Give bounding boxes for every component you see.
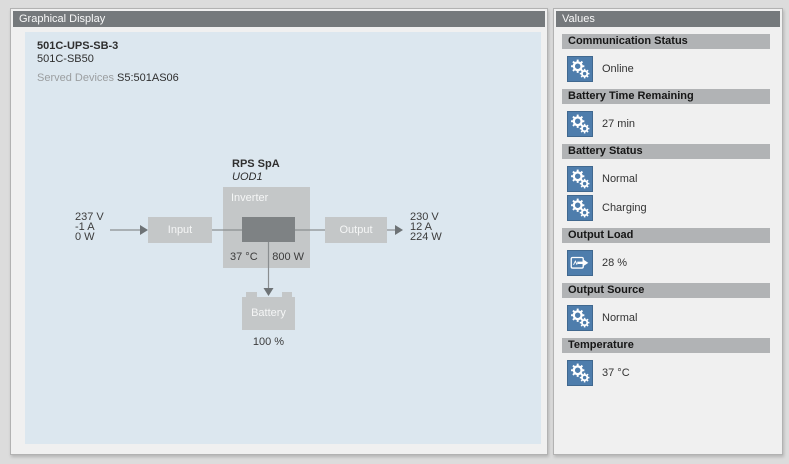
battery-status-value-2: Charging bbox=[602, 202, 647, 214]
served-devices-label: Served Devices bbox=[37, 72, 117, 85]
section-header-output-source: Output Source bbox=[562, 283, 770, 298]
values-panel-title: Values bbox=[556, 11, 780, 27]
gears-icon[interactable] bbox=[567, 166, 593, 192]
value-row-communication-status: Online bbox=[567, 55, 782, 82]
output-box: Output bbox=[325, 217, 387, 243]
graphical-display-panel-title: Graphical Display bbox=[13, 11, 545, 27]
battery-charge-value: 100 % bbox=[242, 336, 295, 348]
inverter-core-block bbox=[242, 217, 295, 242]
inverter-box: Inverter 37 °C 800 W bbox=[223, 187, 310, 268]
output-box-label: Output bbox=[339, 224, 372, 236]
communication-status-value: Online bbox=[602, 63, 634, 75]
input-measurements: 237 V -1 A 0 W bbox=[75, 212, 104, 242]
input-box: Input bbox=[148, 217, 212, 243]
gears-icon[interactable] bbox=[567, 305, 593, 331]
output-measurements: 230 V 12 A 224 W bbox=[410, 212, 442, 242]
ups-unit-caption: RPS SpA UOD1 bbox=[232, 158, 280, 184]
ups-monitoring-window: Graphical Display 501C-UPS-SB-3 501C-SB5… bbox=[0, 0, 789, 464]
device-model: 501C-SB50 bbox=[37, 53, 179, 66]
output-arrowhead-icon bbox=[395, 225, 403, 235]
value-row-battery-time-remaining: 27 min bbox=[567, 110, 782, 137]
ups-diagram-canvas: 501C-UPS-SB-3 501C-SB50 Served DevicesS5… bbox=[25, 32, 541, 444]
value-row-output-load: 28 % bbox=[567, 249, 782, 276]
output-source-value: Normal bbox=[602, 312, 637, 324]
ups-unit-id: UOD1 bbox=[232, 171, 280, 184]
temperature-value: 37 °C bbox=[602, 367, 630, 379]
ups-manufacturer: RPS SpA bbox=[232, 158, 280, 171]
gears-icon[interactable] bbox=[567, 360, 593, 386]
values-panel: Values Communication Status Online Batte… bbox=[553, 8, 783, 455]
gears-icon[interactable] bbox=[567, 56, 593, 82]
battery-status-value-1: Normal bbox=[602, 173, 637, 185]
section-header-battery-status: Battery Status bbox=[562, 144, 770, 159]
section-header-battery-time-remaining: Battery Time Remaining bbox=[562, 89, 770, 104]
input-power: 0 W bbox=[75, 232, 104, 242]
section-header-output-load: Output Load bbox=[562, 228, 770, 243]
served-devices-row: Served DevicesS5:501AS06 bbox=[37, 72, 179, 85]
section-header-communication-status: Communication Status bbox=[562, 34, 770, 49]
output-power: 224 W bbox=[410, 232, 442, 242]
battery-terminal-left bbox=[246, 292, 257, 297]
graphical-display-panel: Graphical Display 501C-UPS-SB-3 501C-SB5… bbox=[10, 8, 548, 455]
battery-time-remaining-value: 27 min bbox=[602, 118, 635, 130]
value-row-temperature: 37 °C bbox=[567, 359, 782, 386]
battery-arrowhead-icon bbox=[264, 288, 274, 296]
output-arrow-icon[interactable] bbox=[567, 250, 593, 276]
output-load-value: 28 % bbox=[602, 257, 627, 269]
gears-icon[interactable] bbox=[567, 195, 593, 221]
served-devices-value: S5:501AS06 bbox=[117, 72, 179, 84]
input-arrowhead-icon bbox=[140, 225, 148, 235]
value-row-battery-status-1: Normal bbox=[567, 165, 782, 192]
battery-box: Battery bbox=[242, 297, 295, 330]
value-row-output-source: Normal bbox=[567, 304, 782, 331]
battery-terminal-right bbox=[282, 292, 292, 297]
gears-icon[interactable] bbox=[567, 111, 593, 137]
battery-box-label: Battery bbox=[251, 307, 286, 319]
inverter-power: 800 W bbox=[272, 251, 304, 263]
device-info: 501C-UPS-SB-3 501C-SB50 Served DevicesS5… bbox=[37, 40, 179, 85]
device-name: 501C-UPS-SB-3 bbox=[37, 40, 179, 53]
inverter-temperature: 37 °C bbox=[230, 251, 258, 263]
value-row-battery-status-2: Charging bbox=[567, 194, 782, 221]
inverter-box-label: Inverter bbox=[231, 192, 268, 204]
input-box-label: Input bbox=[168, 224, 192, 236]
values-list: Communication Status Online Battery Time… bbox=[554, 27, 782, 388]
section-header-temperature: Temperature bbox=[562, 338, 770, 353]
